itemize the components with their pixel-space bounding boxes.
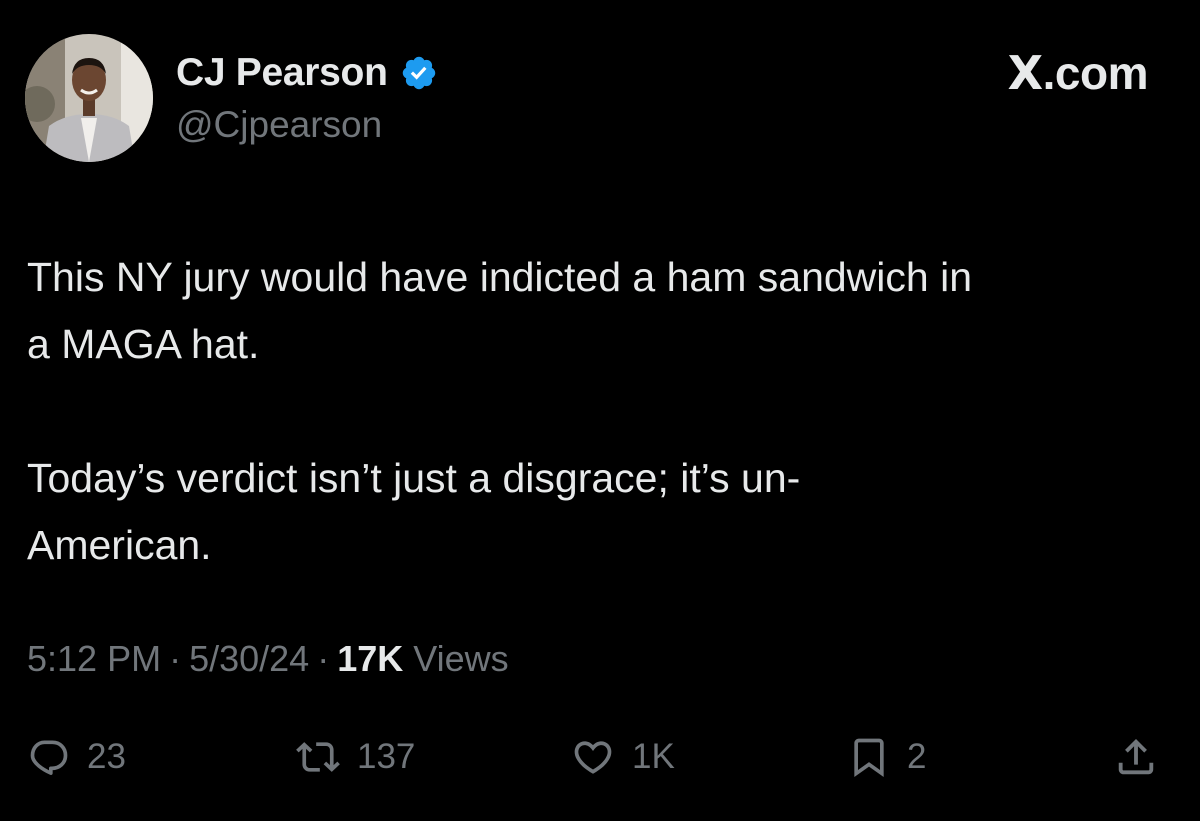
repost-icon <box>296 742 340 772</box>
reply-icon <box>30 740 68 775</box>
tweet-paragraph: Today’s verdict isn’t just a disgrace; i… <box>27 455 801 568</box>
verified-badge-icon <box>400 54 438 92</box>
tweet-card: CJ Pearson @Cjpearson X.com This NY jury… <box>0 0 1200 821</box>
name-row: CJ Pearson <box>176 50 438 96</box>
tweet-meta: 5:12 PM · 5/30/24 · 17K Views <box>27 638 509 680</box>
like-button[interactable]: 1K <box>570 725 675 789</box>
repost-button[interactable]: 137 <box>295 725 415 789</box>
tweet-date[interactable]: 5/30/24 <box>189 638 309 679</box>
action-bar: 23 137 1K 2 <box>0 725 1200 789</box>
tweet-paragraph: This NY jury would have indicted a ham s… <box>27 254 973 367</box>
bookmark-button[interactable]: 2 <box>847 725 926 789</box>
share-button[interactable] <box>1113 725 1159 789</box>
reply-count: 23 <box>87 737 126 776</box>
share-icon <box>1118 738 1154 775</box>
repost-count: 137 <box>357 737 416 776</box>
bookmark-count: 2 <box>907 737 927 776</box>
like-count: 1K <box>632 737 675 776</box>
profile-photo-icon <box>25 34 153 162</box>
brand-x-glyph: X <box>1007 46 1043 100</box>
meta-separator: · <box>169 638 182 679</box>
tweet-body: This NY jury would have indicted a ham s… <box>27 244 1177 646</box>
reply-button[interactable]: 23 <box>27 725 126 789</box>
bookmark-icon <box>854 738 884 778</box>
brand-suffix: .com <box>1042 47 1149 99</box>
brand-watermark: X.com <box>1007 46 1149 100</box>
tweet-time[interactable]: 5:12 PM <box>27 638 161 679</box>
heart-icon <box>574 741 612 774</box>
display-name[interactable]: CJ Pearson <box>176 51 388 95</box>
meta-separator: · <box>317 638 330 679</box>
user-handle[interactable]: @Cjpearson <box>176 104 382 146</box>
views-count: 17K <box>337 638 404 679</box>
avatar[interactable] <box>25 34 153 162</box>
views-label: Views <box>413 638 509 679</box>
